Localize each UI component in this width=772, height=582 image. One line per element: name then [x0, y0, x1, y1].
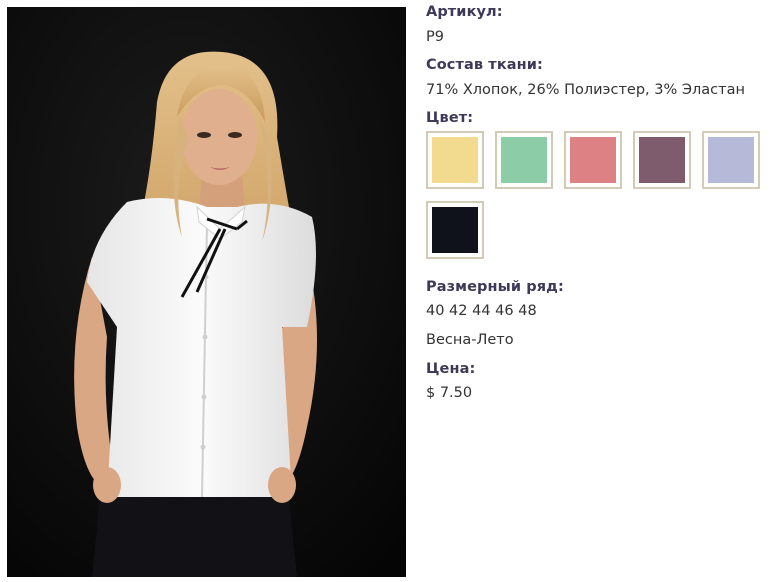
fabric-value: 71% Хлопок, 26% Полиэстер, 3% Эластан — [426, 82, 745, 98]
fabric-label: Состав ткани: — [426, 57, 543, 73]
season-value: Весна-Лето — [426, 332, 514, 348]
color-swatch-lavender[interactable] — [702, 131, 760, 189]
color-swatch-yellow[interactable] — [426, 131, 484, 189]
model-illustration — [7, 7, 406, 577]
product-photo[interactable] — [7, 7, 406, 577]
color-swatch-plum[interactable] — [633, 131, 691, 189]
sizes-value: 40 42 44 46 48 — [426, 303, 537, 319]
color-swatch-black[interactable] — [426, 201, 484, 259]
article-label: Артикул: — [426, 4, 503, 20]
article-value: P9 — [426, 29, 444, 45]
price-value: $ 7.50 — [426, 385, 473, 401]
swatch-fill — [432, 137, 478, 183]
swatch-fill — [570, 137, 616, 183]
color-swatch-mint[interactable] — [495, 131, 553, 189]
sizes-label: Размерный ряд: — [426, 279, 564, 295]
price-label: Цена: — [426, 361, 476, 377]
swatch-fill — [501, 137, 547, 183]
swatch-fill — [432, 207, 478, 253]
swatch-fill — [639, 137, 685, 183]
swatch-fill — [708, 137, 754, 183]
color-swatch-pink[interactable] — [564, 131, 622, 189]
color-label: Цвет: — [426, 110, 474, 126]
